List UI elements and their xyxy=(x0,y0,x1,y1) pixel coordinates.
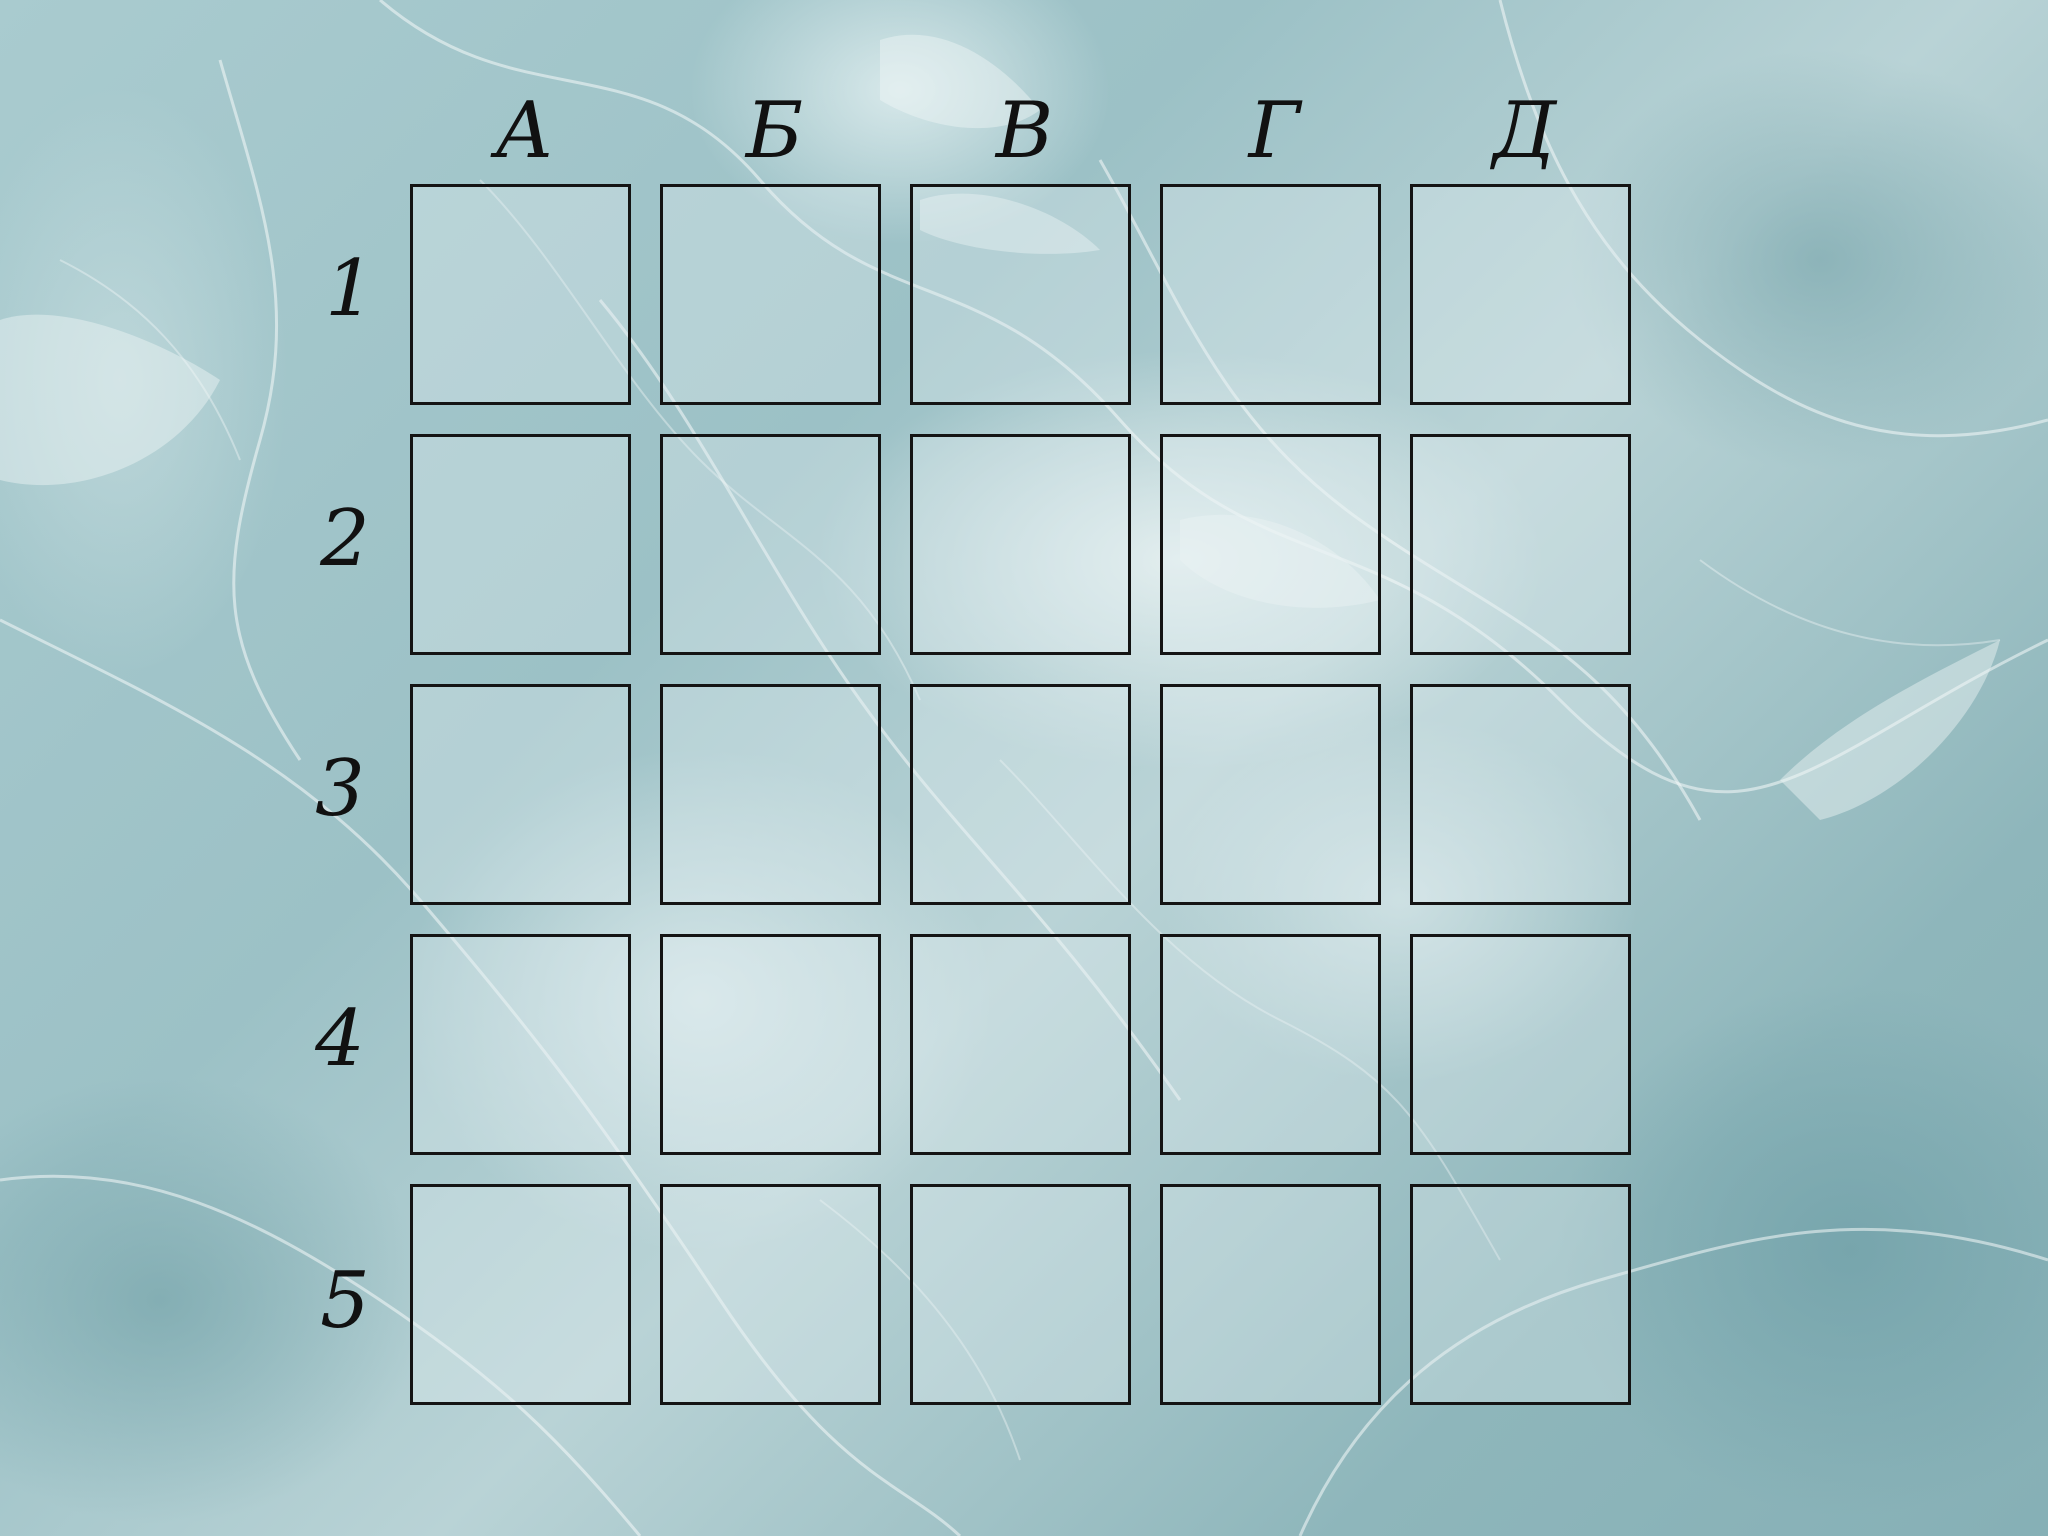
cell-v3[interactable] xyxy=(910,684,1131,905)
cell-v4[interactable] xyxy=(910,934,1131,1155)
cell-g2[interactable] xyxy=(1160,434,1381,655)
row-header-3: 3 xyxy=(315,744,365,834)
cell-g5[interactable] xyxy=(1160,1184,1381,1405)
cell-b5[interactable] xyxy=(660,1184,881,1405)
cell-d2[interactable] xyxy=(1410,434,1631,655)
cell-b2[interactable] xyxy=(660,434,881,655)
column-header-a: А xyxy=(494,86,555,176)
cell-d4[interactable] xyxy=(1410,934,1631,1155)
cell-g3[interactable] xyxy=(1160,684,1381,905)
column-header-d: Д xyxy=(1492,86,1557,176)
column-header-g: Г xyxy=(1248,86,1301,176)
row-header-5: 5 xyxy=(320,1256,370,1346)
cell-d5[interactable] xyxy=(1410,1184,1631,1405)
cell-d1[interactable] xyxy=(1410,184,1631,405)
row-header-1: 1 xyxy=(325,244,375,334)
cell-v2[interactable] xyxy=(910,434,1131,655)
cell-b4[interactable] xyxy=(660,934,881,1155)
row-header-4: 4 xyxy=(315,994,365,1084)
cell-a4[interactable] xyxy=(410,934,631,1155)
column-header-b: Б xyxy=(745,86,804,176)
row-header-2: 2 xyxy=(320,494,370,584)
cell-a1[interactable] xyxy=(410,184,631,405)
cell-g1[interactable] xyxy=(1160,184,1381,405)
cell-b3[interactable] xyxy=(660,684,881,905)
cell-v5[interactable] xyxy=(910,1184,1131,1405)
cell-a5[interactable] xyxy=(410,1184,631,1405)
cell-b1[interactable] xyxy=(660,184,881,405)
column-header-v: В xyxy=(995,86,1054,176)
cell-a3[interactable] xyxy=(410,684,631,905)
cell-v1[interactable] xyxy=(910,184,1131,405)
cell-d3[interactable] xyxy=(1410,684,1631,905)
cell-g4[interactable] xyxy=(1160,934,1381,1155)
cell-a2[interactable] xyxy=(410,434,631,655)
